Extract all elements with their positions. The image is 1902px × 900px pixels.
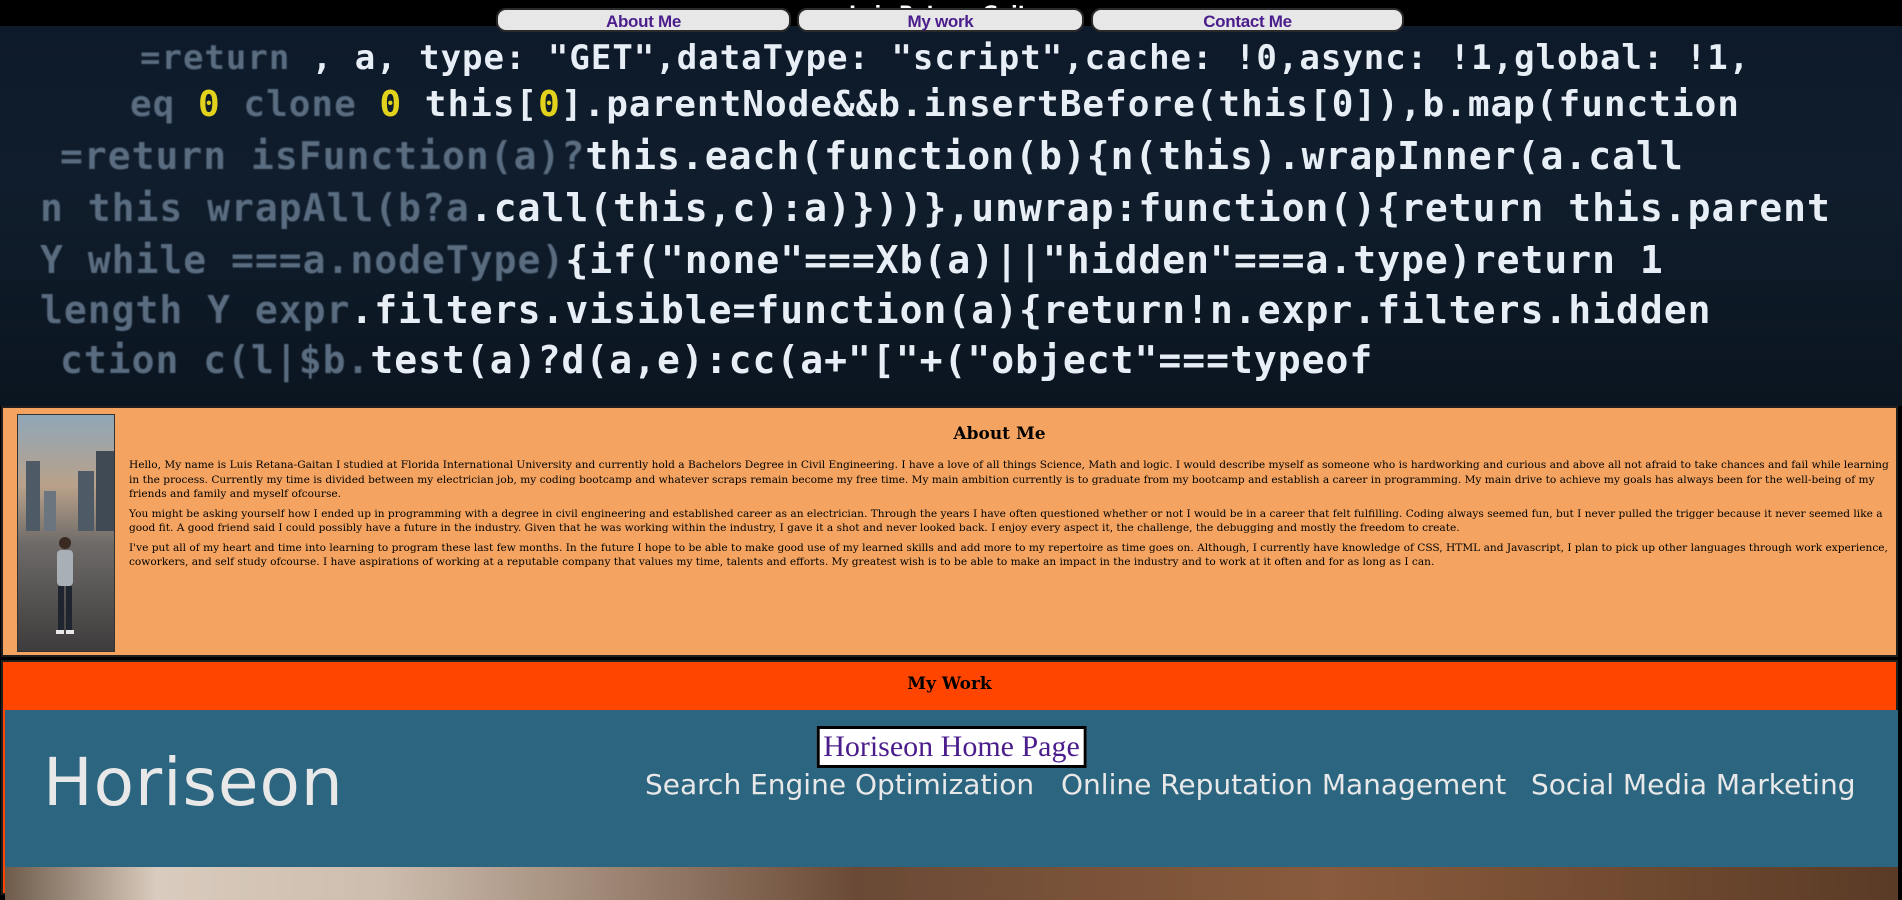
code-line: ction c(l|$b.test(a)?d(a,e):cc(a+"["+("o… [60,338,1374,382]
code-line: length Y expr.filters.visible=function(a… [40,288,1712,332]
project-horiseon-card[interactable]: Horiseon Search Engine Optimization Onli… [5,710,1898,900]
main-nav: About Me My work Contact Me [0,8,1902,34]
about-paragraph: Hello, My name is Luis Retana-Gaitan I s… [129,459,1889,500]
code-line: =return , a, type: "GET",dataType: "scri… [140,38,1751,78]
nav-about-me-button[interactable]: About Me [496,8,791,32]
code-line: =return isFunction(a)?this.each(function… [60,134,1684,178]
project-nav-item: Social Media Marketing [1531,768,1856,801]
about-body: Hello, My name is Luis Retana-Gaitan I s… [129,458,1892,575]
photo-building [78,471,94,531]
profile-photo [17,414,115,652]
photo-building [96,451,114,531]
hero-code-background: =return , a, type: "GET",dataType: "scri… [0,26,1902,406]
photo-building [44,491,56,531]
code-line: eq 0 clone 0 this[0].parentNode&&b.inser… [130,84,1740,125]
project-nav-item: Search Engine Optimization [645,768,1035,801]
hero-banner: =return , a, type: "GET",dataType: "scri… [0,26,1902,406]
my-work-section: My Work Horiseon Search Engine Optimizat… [1,660,1898,900]
photo-building [26,461,40,531]
project-preview-image [5,867,1898,900]
about-paragraph: I've put all of my heart and time into l… [129,541,1888,569]
project-link-horiseon[interactable]: Horiseon Home Page [816,726,1087,768]
nav-contact-me-button[interactable]: Contact Me [1091,8,1404,32]
code-line: n this wrapAll(b?a.call(this,c):a)}))},u… [40,186,1831,230]
about-heading: About Me [953,424,1046,444]
photo-person [56,537,74,634]
about-paragraph: You might be asking yourself how I ended… [129,507,1883,535]
about-section: About Me Hello, My name is Luis Retana-G… [1,406,1898,657]
nav-my-work-button[interactable]: My work [797,8,1084,32]
project-nav-item: Online Reputation Management [1061,768,1507,801]
my-work-heading: My Work [907,674,992,694]
code-line: Y while ===a.nodeType){if("none"===Xb(a)… [40,238,1664,282]
project-brand: Horiseon [43,744,344,821]
